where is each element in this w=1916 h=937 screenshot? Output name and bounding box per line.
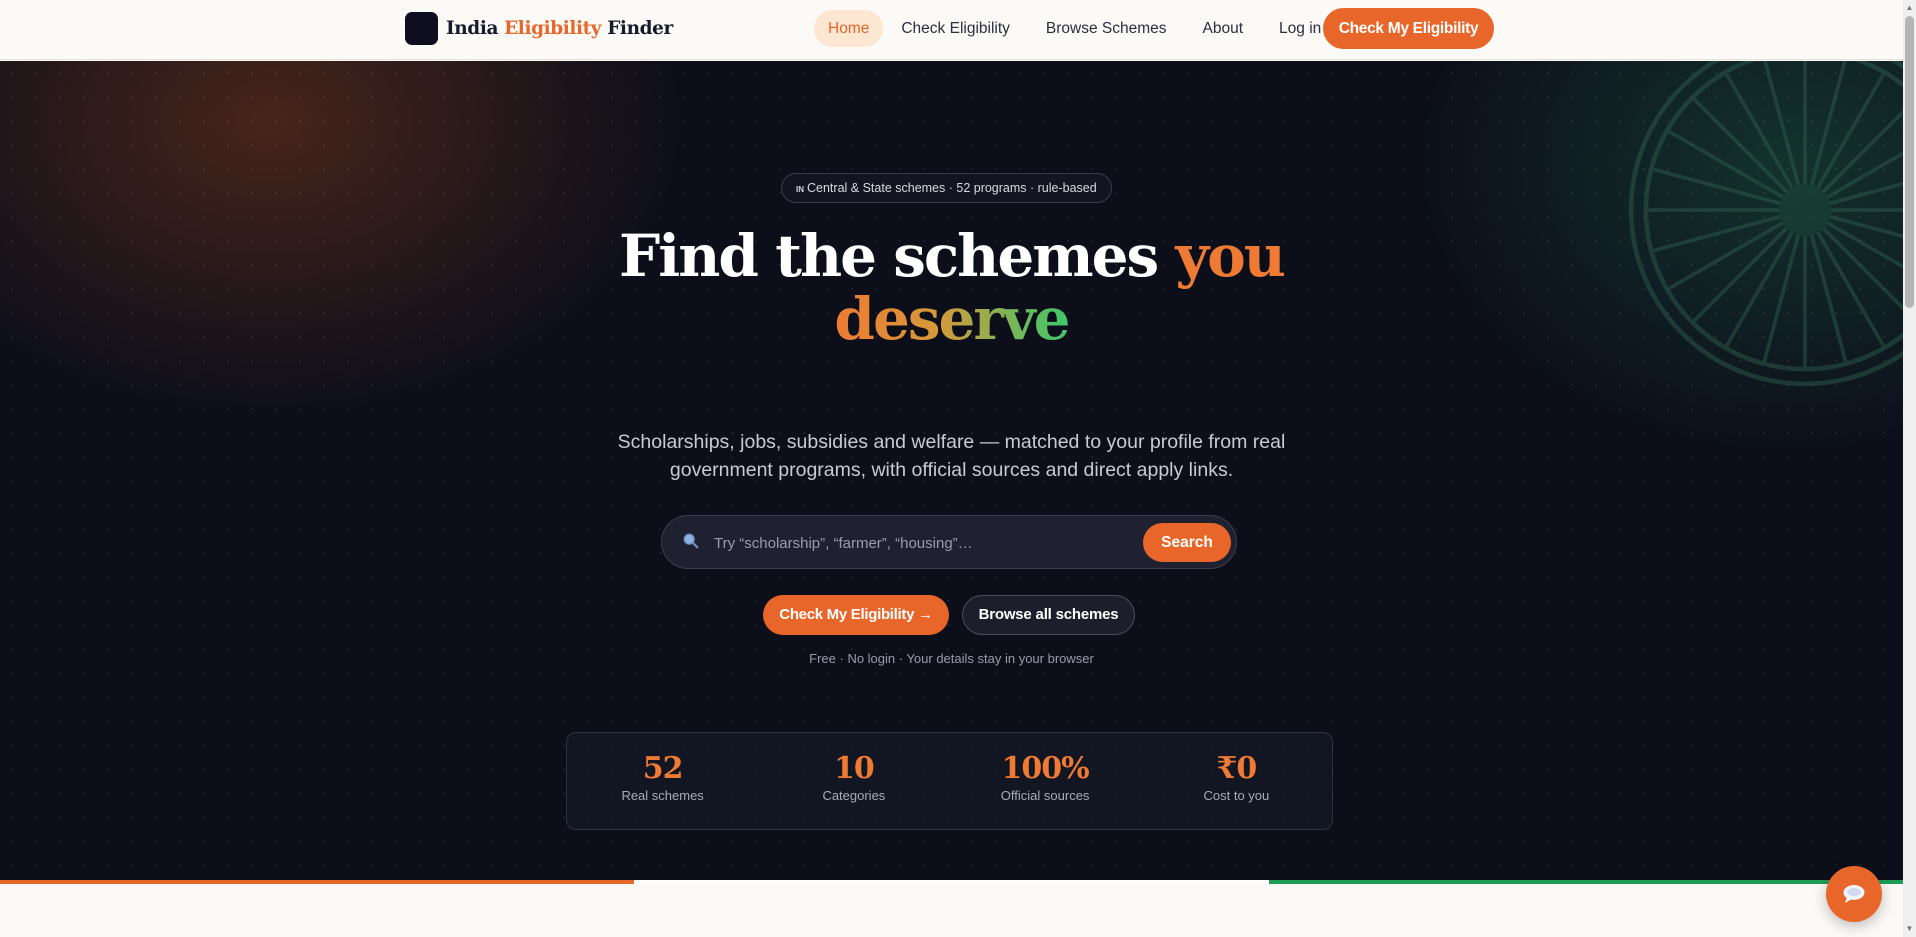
- browse-all-schemes-button[interactable]: Browse all schemes: [962, 595, 1135, 635]
- brand-logo[interactable]: India Eligibility Finder: [405, 12, 673, 45]
- check-eligibility-button[interactable]: Check My Eligibility →: [763, 595, 949, 635]
- hero-title-line2: deserve: [834, 285, 1070, 353]
- nav-link-browse-schemes[interactable]: Browse Schemes: [1032, 10, 1181, 47]
- scroll-up-arrow-icon[interactable]: ▲: [1905, 3, 1914, 13]
- stat-label: Cost to you: [1203, 788, 1270, 803]
- tricolor-saffron: [0, 880, 635, 884]
- hero-subtitle-line2: government programs, with official sourc…: [669, 459, 1234, 481]
- search-button[interactable]: Search: [1143, 523, 1231, 562]
- search-bar: Search: [661, 515, 1237, 569]
- nav-link-home[interactable]: Home: [814, 10, 884, 47]
- hero-subtitle-line1: Scholarships, jobs, subsidies and welfar…: [617, 431, 1286, 453]
- search-input[interactable]: [714, 529, 1074, 557]
- stat-cost: ₹0 Cost to you: [1141, 733, 1332, 829]
- stat-label: Categories: [822, 788, 886, 803]
- nav-check-eligibility-button[interactable]: Check My Eligibility: [1323, 8, 1494, 49]
- logo-mark-icon: [405, 12, 438, 45]
- stat-label: Real schemes: [621, 788, 704, 803]
- nav-link-check-eligibility[interactable]: Check Eligibility: [887, 10, 1024, 47]
- stat-real-schemes: 52 Real schemes: [567, 733, 758, 829]
- scroll-down-arrow-icon[interactable]: ▼: [1905, 924, 1914, 934]
- chat-button[interactable]: [1826, 866, 1882, 922]
- hero-info-pill: IN Central & State schemes · 52 programs …: [781, 173, 1112, 203]
- nav-links: Home Check Eligibility Browse Schemes Ab…: [814, 10, 1335, 47]
- stat-categories: 10 Categories: [758, 733, 949, 829]
- stat-value: 10: [834, 751, 875, 786]
- nav-link-about[interactable]: About: [1189, 10, 1258, 47]
- stats-panel: 52 Real schemes 10 Categories 100% Offic…: [566, 732, 1333, 830]
- stat-official-sources: 100% Official sources: [950, 733, 1141, 829]
- tricolor-divider: [0, 880, 1903, 884]
- brand-name: India Eligibility Finder: [446, 18, 673, 39]
- stat-value: 100%: [1001, 751, 1090, 786]
- hero-title-line1: Find the schemes you: [619, 222, 1286, 290]
- flag-label: IN: [796, 185, 804, 194]
- tricolor-green: [1268, 880, 1903, 884]
- privacy-note: Free · No login · Your details stay in y…: [809, 651, 1094, 666]
- chat-icon: [1843, 885, 1865, 903]
- search-icon: [683, 533, 699, 549]
- stat-value: 52: [642, 751, 684, 786]
- tricolor-white: [634, 880, 1269, 884]
- stat-label: Official sources: [1000, 788, 1090, 803]
- stat-value: ₹0: [1216, 751, 1258, 786]
- hero-section: IN Central & State schemes · 52 programs …: [0, 61, 1903, 881]
- page-scrollbar[interactable]: ▲ ▼: [1903, 0, 1916, 937]
- pill-text: Central & State schemes · 52 programs · …: [807, 181, 1097, 195]
- scroll-thumb[interactable]: [1905, 16, 1914, 308]
- top-navbar: India Eligibility Finder Home Check Elig…: [0, 0, 1903, 60]
